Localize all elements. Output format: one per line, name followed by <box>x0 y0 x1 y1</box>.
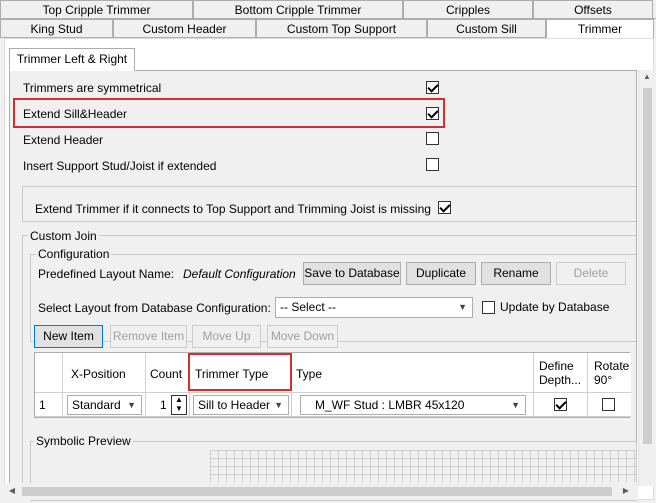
column-header-count[interactable]: Count <box>146 353 190 393</box>
checkbox-define-depth[interactable] <box>554 398 567 411</box>
update-by-database-label: Update by Database <box>500 300 610 314</box>
remove-item-button[interactable]: Remove Item <box>110 325 187 348</box>
layout-name-label: Predefined Layout Name: <box>38 267 175 281</box>
tab-top-cripple-trimmer[interactable]: Top Cripple Trimmer <box>0 0 193 19</box>
trimmer-type-select[interactable]: Sill to Header ▼ <box>193 395 289 415</box>
checkbox-extend-header[interactable] <box>426 132 439 145</box>
layout-select[interactable]: -- Select -- ▼ <box>275 297 473 318</box>
checkbox-symmetrical[interactable] <box>426 81 439 94</box>
option-label-insert-support: Insert Support Stud/Joist if extended <box>23 159 217 173</box>
chevron-down-icon: ▼ <box>274 400 283 410</box>
checkbox-rotate[interactable] <box>602 398 615 411</box>
option-label-extend-header: Extend Header <box>23 133 104 147</box>
count-value: 1 <box>160 398 167 412</box>
chevron-down-icon: ▼ <box>127 400 136 410</box>
stepper-down-icon[interactable]: ▼ <box>172 404 186 413</box>
checkbox-extend-trimmer[interactable] <box>438 201 451 214</box>
delete-button[interactable]: Delete <box>556 262 626 285</box>
tab-trimmer[interactable]: Trimmer <box>546 19 654 38</box>
chevron-down-icon: ▼ <box>511 400 520 410</box>
option-label-symmetrical: Trimmers are symmetrical <box>23 81 162 95</box>
tab-custom-header[interactable]: Custom Header <box>113 19 256 38</box>
vertical-scroll-thumb[interactable] <box>643 88 652 444</box>
tab-cripples[interactable]: Cripples <box>403 0 533 19</box>
rename-button[interactable]: Rename <box>481 262 551 285</box>
layout-select-value: -- Select -- <box>280 300 337 314</box>
extend-trimmer-label: Extend Trimmer if it connects to Top Sup… <box>35 202 431 216</box>
tab-bottom-cripple-trimmer[interactable]: Bottom Cripple Trimmer <box>193 0 403 19</box>
scroll-up-icon[interactable]: ▲ <box>639 72 655 81</box>
scroll-right-icon[interactable]: ▶ <box>620 486 632 495</box>
cell-trimmer-type[interactable]: Sill to Header ▼ <box>190 393 292 417</box>
save-to-database-button[interactable]: Save to Database <box>303 262 401 285</box>
layout-name-value: Default Configuration <box>183 267 296 281</box>
tab-custom-sill[interactable]: Custom Sill <box>427 19 546 38</box>
horizontal-scroll-thumb[interactable] <box>22 487 612 496</box>
type-select[interactable]: M_WF Stud : LMBR 45x120 ▼ <box>300 395 526 415</box>
items-grid: X-Position Count Trimmer Type Type Defin… <box>34 352 631 418</box>
scroll-left-icon[interactable]: ◀ <box>6 486 18 495</box>
grid-corner <box>35 353 63 393</box>
cell-x-position[interactable]: Standard ▼ <box>63 393 146 417</box>
row-index: 1 <box>35 393 63 417</box>
stepper-up-icon[interactable]: ▲ <box>172 395 186 404</box>
cell-define-depth[interactable] <box>534 393 588 417</box>
chevron-down-icon: ▼ <box>458 302 467 312</box>
vertical-scrollbar[interactable]: ▲ <box>638 70 655 486</box>
column-header-type[interactable]: Type <box>292 353 534 393</box>
highlight-extend-sill-header <box>13 98 445 128</box>
duplicate-button[interactable]: Duplicate <box>406 262 476 285</box>
x-position-select[interactable]: Standard ▼ <box>67 395 142 415</box>
column-header-rotate[interactable]: Rotate 90° <box>588 353 631 393</box>
cell-type[interactable]: M_WF Stud : LMBR 45x120 ▼ <box>292 393 534 417</box>
column-header-x-position[interactable]: X-Position <box>63 353 146 393</box>
cell-rotate[interactable] <box>588 393 631 417</box>
cell-count[interactable]: 1 ▲ ▼ <box>146 393 190 417</box>
count-stepper[interactable]: ▲ ▼ <box>171 395 187 415</box>
new-item-button[interactable]: New Item <box>34 325 103 348</box>
move-up-button[interactable]: Move Up <box>192 325 261 348</box>
select-layout-label: Select Layout from Database Configuratio… <box>38 301 271 315</box>
horizontal-scrollbar[interactable]: ◀ ▶ <box>4 483 638 500</box>
checkbox-update-by-database[interactable] <box>482 301 495 314</box>
tab-offsets[interactable]: Offsets <box>533 0 653 19</box>
configuration-title: Configuration <box>36 247 112 261</box>
tab-custom-top-support[interactable]: Custom Top Support <box>256 19 427 38</box>
move-down-button[interactable]: Move Down <box>267 325 338 348</box>
column-header-define-depth[interactable]: Define Depth... <box>534 353 588 393</box>
tab-king-stud[interactable]: King Stud <box>0 19 113 38</box>
checkbox-insert-support[interactable] <box>426 158 439 171</box>
preview-grid <box>210 450 636 482</box>
subtab-trimmer-left-right[interactable]: Trimmer Left & Right <box>9 48 135 71</box>
custom-join-title: Custom Join <box>28 229 99 243</box>
highlight-trimmer-type <box>188 353 292 391</box>
symbolic-preview-title: Symbolic Preview <box>34 434 133 448</box>
